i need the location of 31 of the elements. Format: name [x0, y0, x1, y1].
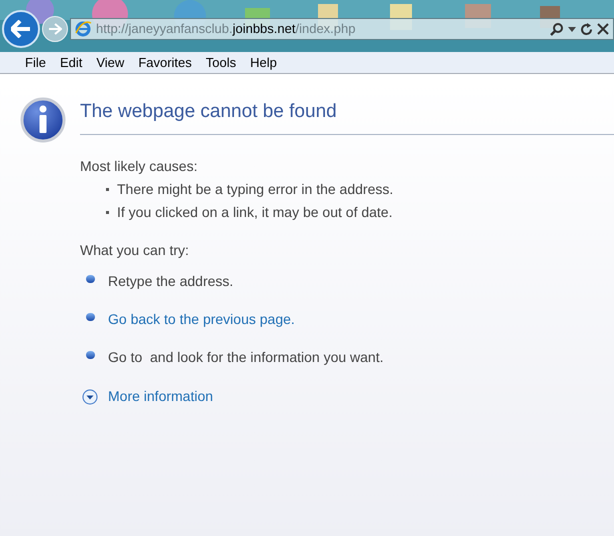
suggestion-text: Go to and look for the information you want. — [108, 348, 384, 367]
bullet-icon — [106, 211, 109, 214]
dropdown-caret-icon[interactable] — [568, 26, 576, 32]
left-arrow-icon — [11, 20, 31, 38]
right-arrow-icon — [48, 23, 62, 35]
bullet-icon — [86, 312, 95, 320]
menu-item[interactable]: Tools — [200, 52, 242, 72]
more-information-link[interactable]: More information — [108, 386, 214, 407]
browser-e-icon — [75, 21, 92, 37]
menu-item[interactable]: Edit — [54, 52, 88, 72]
bullet-icon — [86, 274, 95, 282]
bullet-icon — [86, 350, 95, 358]
menu-item[interactable]: File — [19, 52, 52, 72]
bullet-icon — [106, 188, 109, 191]
expand-chevron-icon[interactable] — [82, 388, 98, 404]
cause-text: If you clicked on a link, it may be out of date. — [117, 203, 392, 222]
menu-item[interactable]: View — [90, 52, 130, 72]
address-bar[interactable]: http://janeyyanfansclub.joinbbs.net/index.php — [70, 18, 614, 40]
cause-text: There might be a typing error in the address. — [117, 180, 394, 199]
suggestion-text: Retype the address. — [108, 272, 234, 291]
close-icon[interactable] — [597, 23, 609, 35]
menu-item[interactable]: Favorites — [132, 52, 198, 72]
info-icon — [20, 97, 66, 143]
back-link[interactable]: Go back to the previous page. — [108, 309, 295, 330]
causes-heading: Most likely causes: — [80, 157, 198, 176]
search-icon[interactable] — [550, 22, 564, 36]
address-field[interactable]: http://janeyyanfansclub.joinbbs.net/index.php — [96, 19, 356, 39]
page-title: The webpage cannot be found — [80, 100, 338, 124]
refresh-icon[interactable] — [580, 22, 593, 36]
try-heading: What you can try: — [80, 241, 190, 260]
menu-item[interactable]: Help — [244, 52, 283, 72]
